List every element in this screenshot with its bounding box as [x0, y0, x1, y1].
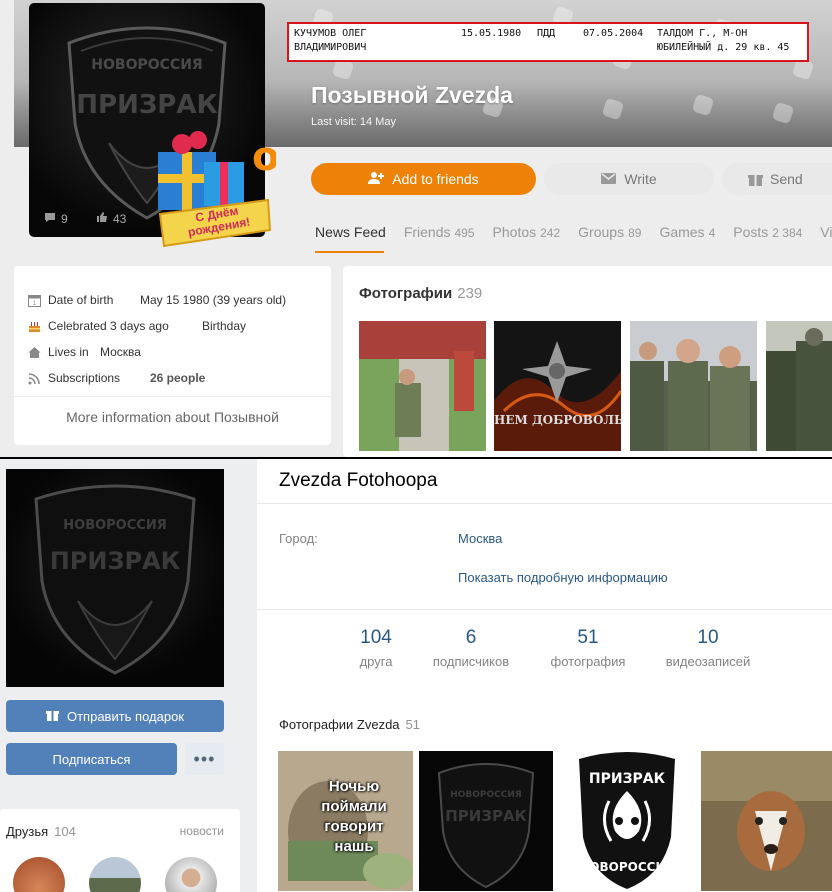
counter-videos[interactable]: 10 видеозаписей: [653, 627, 763, 669]
profile-name: Zvezda Fotohoopa: [279, 470, 438, 491]
divider: [257, 609, 832, 610]
envelope-icon: [601, 171, 617, 187]
profile-info-panel: Zvezda Fotohoopa Город: Москва Показать …: [257, 459, 832, 695]
record-code: ПДД: [537, 28, 556, 39]
add-user-icon: [368, 171, 385, 188]
counter-friends[interactable]: 104 друга: [321, 627, 431, 669]
profile-tabs: News Feed Friends 495 Photos 242 Groups 89 …: [315, 224, 832, 240]
counter-photos[interactable]: 51 фотография: [533, 627, 643, 669]
tab-photos[interactable]: Photos 242: [493, 224, 561, 240]
tab-videos[interactable]: Vide: [820, 224, 832, 240]
photo-thumbnail[interactable]: НОВОРОССИЯ ПРИЗРАК: [419, 751, 553, 891]
avatar-comments[interactable]: 9: [44, 212, 68, 226]
last-visit: Last visit: 14 May: [311, 116, 396, 128]
vk-profile-screenshot: НОВОРОССИЯ ПРИЗРАК Отправить подарок Под…: [0, 459, 832, 892]
svg-text:ПРИЗРАК: ПРИЗРАК: [445, 807, 527, 825]
lives-in-row: Lives in Москва: [27, 344, 141, 360]
date-of-birth-row: 1 Date of birth May 15 1980 (39 years ol…: [27, 292, 286, 308]
record-address-1: ТАЛДОМ Г., М-ОН: [657, 28, 748, 39]
friends-block: Друзья 104 новости: [0, 809, 240, 892]
highlighted-personal-record: КУЧУМОВ ОЛЕГ ВЛАДИМИРОВИЧ 15.05.1980 ПДД…: [287, 22, 809, 62]
counter-followers[interactable]: 6 подписчиков: [416, 627, 526, 669]
emblem-main-text: ПРИЗРАК: [50, 547, 181, 575]
subscribe-button[interactable]: Подписаться: [6, 743, 177, 775]
svg-text:НОВОРОССИЯ: НОВОРОССИЯ: [450, 790, 522, 800]
tab-news-feed[interactable]: News Feed: [315, 224, 386, 240]
tab-groups[interactable]: Groups 89: [578, 224, 641, 240]
cake-icon: [27, 319, 41, 333]
photos-title[interactable]: Фотографии Zvezda 51: [279, 717, 420, 732]
profile-avatar[interactable]: НОВОРОССИЯ ПРИЗРАК: [6, 469, 224, 687]
meme-caption: Ночью поймали говорит нашь: [321, 778, 387, 855]
avatar-likes[interactable]: 43: [96, 211, 126, 226]
tab-posts[interactable]: Posts 2 384: [733, 224, 802, 240]
gift-icon: [748, 172, 763, 189]
friends-news-link[interactable]: новости: [180, 824, 224, 838]
lives-in-link[interactable]: Москва: [100, 345, 141, 359]
home-icon: [27, 345, 41, 359]
photo-caption: НЕМ ДОБРОВОЛЬЦ: [494, 413, 621, 427]
photo-thumbnail[interactable]: ПРИЗРАК НОВОРОССИЯ: [559, 751, 695, 891]
calendar-icon: 1: [27, 293, 41, 307]
city-label: Город:: [279, 531, 318, 546]
send-gift-button[interactable]: Send: [722, 163, 832, 195]
svg-text:ПРИЗРАК: ПРИЗРАК: [589, 771, 666, 787]
subscriptions-row: Subscriptions 26 people: [27, 370, 205, 386]
send-gift-button[interactable]: Отправить подарок: [6, 700, 224, 732]
active-tab-indicator: [315, 251, 384, 253]
tab-games[interactable]: Games 4: [659, 224, 715, 240]
record-date: 07.05.2004: [583, 28, 644, 39]
photo-thumbnail[interactable]: [630, 321, 757, 451]
friends-title[interactable]: Друзья 104: [6, 824, 76, 839]
rss-icon: [27, 371, 41, 385]
about-panel: 1 Date of birth May 15 1980 (39 years ol…: [14, 266, 331, 445]
photo-thumbnail[interactable]: Ночью поймали говорит нашь: [278, 751, 413, 891]
subscriptions-link[interactable]: 26 people: [150, 371, 205, 385]
friend-avatar[interactable]: [89, 857, 141, 892]
divider: [257, 503, 832, 504]
ok-profile-screenshot: НОВОРОССИЯ ПРИЗРАК 9 43 ok: [0, 0, 832, 457]
svg-text:НОВОРОССИЯ: НОВОРОССИЯ: [579, 860, 674, 874]
celebrated-row: Celebrated 3 days ago Birthday: [27, 318, 246, 334]
record-address-2: ЮБИЛЕЙНЫЙ д. 29 кв. 45: [657, 42, 790, 53]
photos-panel: Фотографии239 НЕМ ДОБРОВОЛЬЦ: [343, 266, 832, 457]
emblem-main-text: ПРИЗРАК: [76, 90, 217, 120]
photo-thumbnail[interactable]: [359, 321, 486, 451]
more-actions-button[interactable]: •••: [185, 743, 224, 775]
birthday-gift-sticker[interactable]: ok С Днём рождения!: [152, 122, 307, 252]
more-information-link[interactable]: More information about Позывной: [14, 396, 331, 425]
tab-friends[interactable]: Friends 495: [404, 224, 475, 240]
friend-avatar[interactable]: [165, 857, 217, 892]
emblem-top-text: НОВОРОССИЯ: [91, 57, 202, 73]
friend-avatar[interactable]: [13, 857, 65, 892]
ghost-emblem-image: НОВОРОССИЯ ПРИЗРАК: [34, 484, 196, 675]
photo-thumbnail[interactable]: [766, 321, 832, 451]
photo-thumbnail[interactable]: [701, 751, 832, 891]
write-message-button[interactable]: Write: [544, 163, 714, 195]
like-icon: [96, 211, 108, 226]
photos-block: Фотографии Zvezda 51 Ночью поймали говори…: [257, 685, 832, 892]
likes-count: 43: [113, 211, 127, 226]
comment-icon: [44, 212, 56, 226]
photo-thumbnail[interactable]: НЕМ ДОБРОВОЛЬЦ: [494, 321, 621, 451]
comments-count: 9: [61, 212, 68, 226]
record-patronymic: ВЛАДИМИРОВИЧ: [294, 42, 367, 53]
record-name: КУЧУМОВ ОЛЕГ: [294, 28, 367, 39]
show-details-link[interactable]: Показать подробную информацию: [458, 570, 668, 585]
add-to-friends-button[interactable]: Add to friends: [311, 163, 536, 195]
profile-name: Позывной Zvezda: [311, 82, 513, 108]
gift-icon: [45, 708, 59, 724]
svg-text:ok: ok: [252, 134, 276, 180]
record-birth-date: 15.05.1980: [461, 28, 522, 39]
emblem-top-text: НОВОРОССИЯ: [63, 518, 166, 533]
photos-heading: Фотографии 239: [359, 285, 483, 302]
city-link[interactable]: Москва: [458, 531, 502, 546]
